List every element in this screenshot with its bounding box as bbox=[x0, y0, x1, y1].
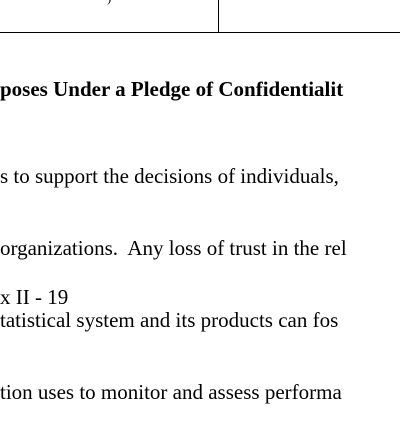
table-bottom-border bbox=[0, 32, 400, 33]
page-number: x II - 19 bbox=[0, 285, 69, 309]
section-heading: poses Under a Pledge of Confidentialit bbox=[0, 77, 344, 101]
paragraph-line: tatistical system and its products can f… bbox=[0, 308, 339, 332]
paragraph-line: s to support the decisions of individual… bbox=[0, 164, 339, 188]
table-cell-text: ) bbox=[107, 0, 111, 4]
table-fragment: ) bbox=[0, 0, 400, 33]
table-column-divider bbox=[218, 0, 219, 33]
paragraph-line: organizations. Any loss of trust in the … bbox=[0, 236, 347, 260]
paragraph-line: tion uses to monitor and assess performa bbox=[0, 380, 342, 404]
body-paragraph: s to support the decisions of individual… bbox=[0, 116, 347, 428]
